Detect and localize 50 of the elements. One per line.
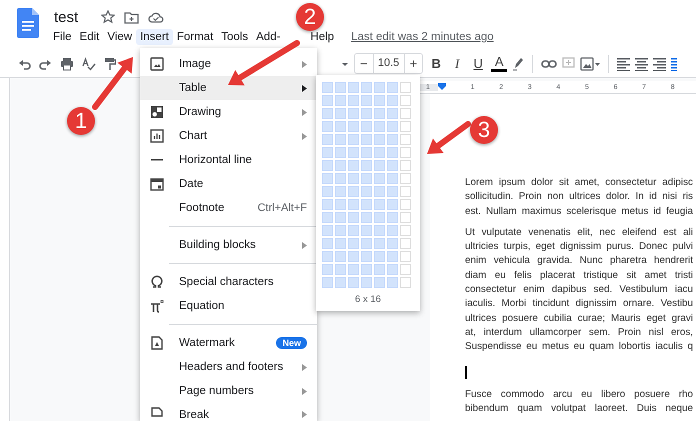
- menu-item[interactable]: Table: [140, 76, 317, 100]
- text-line: est. Nullam maximus scelerisque metus id feugia: [465, 204, 693, 219]
- menu-bar-item[interactable]: File: [53, 29, 72, 45]
- text-color-button[interactable]: A: [491, 55, 508, 72]
- text-line: consectetur enim dapibus sed. Vestibulum iacu: [465, 283, 693, 298]
- text-line: bibendum quam volutpat laoreet. Duis neque: [465, 402, 693, 416]
- menu-item[interactable]: Special characters: [140, 270, 317, 294]
- menu-item[interactable]: Equation: [140, 294, 317, 318]
- last-edit-link[interactable]: Last edit was 2 minutes ago: [351, 31, 494, 43]
- menu-bar-item[interactable]: Help: [310, 29, 334, 45]
- menu-item[interactable]: Footnote Ctrl+Alt+F: [140, 196, 317, 220]
- menu-bar-item[interactable]: View: [107, 29, 132, 45]
- menu-item[interactable]: Building blocks: [140, 233, 317, 257]
- text-line: iaculis. Morbi tincidunt dignissim ornare. Vestibu: [465, 297, 693, 312]
- text-line: sollicitudin. Proin non ultrices dolor. In id nisi ris: [465, 190, 693, 204]
- text-line: diam eu felis placerat tristique sit amet tristi: [465, 268, 693, 283]
- italic-button[interactable]: I: [449, 56, 466, 72]
- menu-item[interactable]: Watermark New: [140, 331, 317, 355]
- menu-item[interactable]: Drawing: [140, 100, 317, 124]
- text-line: enim vehicula gravida. Nunc pharetra hendrerit: [465, 254, 693, 268]
- decrease-font-size-button[interactable]: −: [355, 54, 373, 73]
- document-title[interactable]: test: [54, 8, 78, 26]
- bold-button[interactable]: B: [428, 56, 444, 71]
- menu-bar-item[interactable]: Format: [176, 29, 214, 45]
- text-line: ultrices posuere cubilia curae; Mauris eget gravi: [465, 312, 693, 326]
- font-size-control[interactable]: − 10.5 +: [354, 53, 424, 74]
- menu-bar-item[interactable]: Insert: [136, 29, 173, 45]
- menu-item[interactable]: Image: [140, 52, 317, 76]
- menu-bar-item[interactable]: Tools: [221, 29, 248, 45]
- menu-item[interactable]: Break: [140, 403, 317, 421]
- new-badge: New: [276, 337, 307, 349]
- shortcut-hint: Ctrl+Alt+F: [257, 202, 307, 214]
- text-line: Suspendisse eu metus eu quam lobortis iaculis q: [465, 340, 693, 354]
- menu-item[interactable]: Page numbers: [140, 379, 317, 403]
- table-size-label: 6 x 16: [354, 294, 382, 305]
- increase-font-size-button[interactable]: +: [404, 54, 422, 73]
- menu-item[interactable]: Date: [140, 172, 317, 196]
- menu-bar-item[interactable]: Edit: [80, 29, 100, 45]
- text-line: Fusce commodo arcu eu libero posuere rho: [465, 388, 693, 402]
- text-line: ultricies turpis, eget dignissim purus. Donec pulvi: [465, 240, 693, 254]
- font-size-field[interactable]: 10.5: [372, 54, 405, 73]
- menu-bar-item[interactable]: Add-: [256, 29, 280, 45]
- menu-item[interactable]: Headers and footers: [140, 355, 317, 379]
- underline-button[interactable]: U: [470, 56, 486, 71]
- menu-item[interactable]: Chart: [140, 124, 317, 148]
- text-line: Ut vulputate venenatis elit, nec eleifend est ali: [465, 226, 693, 240]
- step-number-badge: 2: [296, 3, 324, 31]
- menu-item[interactable]: Horizontal line: [140, 148, 317, 172]
- text-line: at, interdum ullamcorper sem. Proin nisl eros,: [465, 326, 693, 340]
- text-line: Lorem ipsum dolor sit amet, consectetur adipisc: [465, 176, 693, 190]
